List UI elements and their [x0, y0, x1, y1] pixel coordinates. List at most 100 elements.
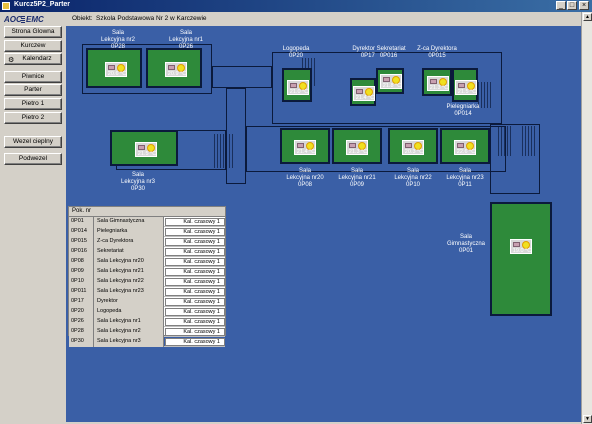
room-0P01[interactable]: 19.0 °C	[490, 202, 552, 316]
room-0P014[interactable]: 21.5 °C	[452, 68, 478, 102]
thermostat-widget[interactable]: 21.8 °C	[380, 74, 402, 89]
thermostat-widget[interactable]: 21.4 °C	[353, 86, 375, 101]
parter-button[interactable]: Parter	[4, 84, 62, 96]
floor-plan: 20.6 °C 20.9 °C 21.0 °C 21.4 °C 21.8 °C …	[66, 26, 581, 422]
thermostat-widget[interactable]: 21.0 °C	[287, 80, 309, 95]
staircase	[522, 126, 536, 156]
schedule-select[interactable]: Kal. czasowy 1	[165, 278, 225, 286]
thermostat-widget[interactable]: 22.6 °C	[454, 140, 476, 155]
schedule-select[interactable]: Kal. czasowy 1	[165, 268, 225, 276]
room-0P016[interactable]: 21.8 °C	[376, 68, 404, 94]
temperature-value: 19.0 °C	[512, 248, 532, 254]
heat-node-button[interactable]: Wezel cieplny	[4, 136, 62, 148]
room-label: Sala Lekcyjna nr3 0P30	[120, 172, 156, 192]
room-id: 0P30	[69, 337, 94, 347]
temperature-value: 22.6 °C	[456, 149, 476, 155]
object-header: Obiekt: Szkola Podstawowa Nr 2 w Karczew…	[66, 12, 592, 26]
room-id: 0P08	[69, 257, 94, 267]
room-name: Sekretariat	[94, 247, 164, 257]
room-name: Sala Lekcyjna nr3	[94, 337, 164, 347]
podwezel-button[interactable]: Podwezel	[4, 153, 62, 165]
schedule-select[interactable]: Kal. czasowy 1	[165, 328, 225, 336]
room-label: Pielegniarka 0P014	[446, 104, 480, 117]
emc-logo: EMC	[26, 15, 44, 24]
heater-icon	[457, 143, 464, 148]
table-row: 0P10 Sala Lekcyjna nr22 Kal. czasowy 1	[69, 277, 225, 287]
room-name: Sala Lekcyjna nr23	[94, 287, 164, 297]
schedule-select[interactable]: Kal. czasowy 1	[165, 228, 225, 236]
room-name: Logopeda	[94, 307, 164, 317]
schedule-select[interactable]: Kal. czasowy 1	[165, 298, 225, 306]
room-0P26[interactable]: 20.9 °C	[146, 48, 202, 88]
thermostat-widget[interactable]: 21.4 °C	[294, 140, 316, 155]
room-0P17[interactable]: 21.4 °C	[350, 78, 376, 106]
scroll-down-arrow-icon[interactable]: ▼	[583, 415, 592, 423]
app-icon	[2, 2, 10, 10]
close-button[interactable]: ×	[579, 1, 589, 10]
temperature-value: 20.6 °C	[107, 71, 127, 77]
heater-icon	[383, 77, 390, 82]
schedule-select[interactable]: Kal. czasowy 1	[165, 238, 225, 246]
room-0P015[interactable]: 21.3 °C	[422, 68, 452, 96]
table-row: 0P17 Dyrektor Kal. czasowy 1	[69, 297, 225, 307]
room-name: Sala Lekcyjna nr21	[94, 267, 164, 277]
heater-icon	[290, 83, 297, 88]
vertical-scrollbar[interactable]: ▲ ▼	[581, 12, 592, 424]
room-0P11[interactable]: 22.6 °C	[440, 128, 490, 164]
schedule-select[interactable]: Kal. czasowy 1	[165, 218, 225, 226]
thermostat-widget[interactable]: 20.3 °C	[402, 140, 424, 155]
room-0P08[interactable]: 21.4 °C	[280, 128, 330, 164]
schedule-select[interactable]: Kal. czasowy 1	[165, 258, 225, 266]
pietro1-button[interactable]: Pietro 1	[4, 98, 62, 110]
staircase	[498, 126, 512, 156]
thermostat-widget[interactable]: 20.9 °C	[165, 62, 187, 77]
thermostat-widget[interactable]: 21.3 °C	[427, 76, 449, 91]
room-0P20[interactable]: 21.0 °C	[282, 68, 312, 102]
room-label: Sala Lekcyjna nr21 0P09	[338, 168, 376, 188]
temperature-value: 20.3 °C	[404, 149, 424, 155]
thermostat-widget[interactable]: 21.3 °C	[346, 140, 368, 155]
room-label: Logopeda 0P20	[282, 46, 310, 59]
temperature-value: 21.0 °C	[289, 89, 309, 95]
thermostat-widget[interactable]: 21.5 °C	[135, 142, 157, 157]
thermostat-widget[interactable]: 20.6 °C	[105, 62, 127, 77]
room-name: Sala Lekcyjna nr22	[94, 277, 164, 287]
thermostat-widget[interactable]: 21.5 °C	[455, 80, 477, 95]
room-id: 0P016	[69, 247, 94, 257]
room-id: 0P09	[69, 267, 94, 277]
pietro2-button[interactable]: Pietro 2	[4, 112, 62, 124]
home-button[interactable]: Strona Glowna	[4, 26, 62, 38]
room-0P10[interactable]: 20.3 °C	[388, 128, 438, 164]
room-id: 0P10	[69, 277, 94, 287]
kurczew-button[interactable]: Kurczew	[4, 40, 62, 52]
maximize-button[interactable]: □	[567, 1, 577, 10]
scroll-up-arrow-icon[interactable]: ▲	[583, 13, 592, 21]
schedule-select[interactable]: Kal. czasowy 1	[165, 338, 225, 346]
heater-icon	[405, 143, 412, 148]
room-label: Z-ca Dyrektora 0P015	[417, 46, 457, 59]
room-label: Sala Lekcyjna nr22 0P10	[394, 168, 432, 188]
staircase	[214, 134, 234, 168]
heater-icon	[297, 143, 304, 148]
room-name: Sala Lekcyjna nr1	[94, 317, 164, 327]
room-0P30[interactable]: 21.5 °C	[110, 130, 178, 166]
table-row: 0P015 Z-ca Dyrektora Kal. czasowy 1	[69, 237, 225, 247]
room-label: Sala Lekcyjna nr23 0P11	[446, 168, 484, 188]
room-id: 0P011	[69, 287, 94, 297]
schedule-select[interactable]: Kal. czasowy 1	[165, 318, 225, 326]
thermostat-widget[interactable]: 19.0 °C	[510, 239, 532, 254]
table-row: 0P08 Sala Lekcyjna nr20 Kal. czasowy 1	[69, 257, 225, 267]
schedule-select[interactable]: Kal. czasowy 1	[165, 248, 225, 256]
schedule-select[interactable]: Kal. czasowy 1	[165, 288, 225, 296]
table-row: 0P28 Sala Lekcyjna nr2 Kal. czasowy 1	[69, 327, 225, 337]
minimize-button[interactable]: _	[556, 1, 566, 10]
room-0P09[interactable]: 21.3 °C	[332, 128, 382, 164]
heater-icon	[168, 65, 175, 70]
piwnice-button[interactable]: Piwnice	[4, 71, 62, 83]
heater-icon	[430, 79, 437, 84]
room-0P28[interactable]: 20.6 °C	[86, 48, 142, 88]
schedule-select[interactable]: Kal. czasowy 1	[165, 308, 225, 316]
calendar-button[interactable]: ⚙ Kalendarz	[4, 53, 62, 65]
heater-icon	[349, 143, 356, 148]
logo-stripes-icon	[21, 16, 25, 23]
